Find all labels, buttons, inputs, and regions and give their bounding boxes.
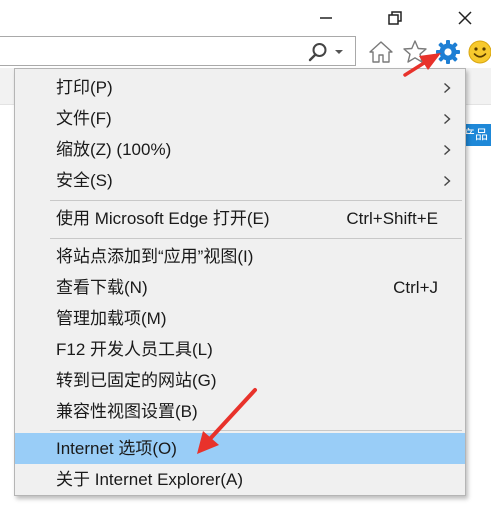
menu-item-label: 使用 Microsoft Edge 打开(E) xyxy=(56,209,270,228)
menu-item-label: 兼容性视图设置(B) xyxy=(56,402,198,421)
menu-item-label: 打印(P) xyxy=(56,78,113,97)
menu-item-f12-dev-tools[interactable]: F12 开发人员工具(L) xyxy=(15,334,465,365)
menu-item-print[interactable]: 打印(P) xyxy=(15,72,465,103)
tools-gear-icon xyxy=(436,40,460,64)
submenu-arrow-icon xyxy=(443,72,453,103)
menu-item-pinned-sites[interactable]: 转到已固定的网站(G) xyxy=(15,365,465,396)
menu-item-label: F12 开发人员工具(L) xyxy=(56,340,213,359)
ie-window: 产品 打印(P) 文件(F) 缩放(Z) (100%) 安全(S) 使用 Mic… xyxy=(0,0,491,515)
tools-button[interactable] xyxy=(434,38,462,66)
menu-item-label: 关于 Internet Explorer(A) xyxy=(56,470,244,489)
tools-menu: 打印(P) 文件(F) 缩放(Z) (100%) 安全(S) 使用 Micros… xyxy=(14,68,466,496)
dropdown-arrow-icon[interactable] xyxy=(333,47,345,57)
submenu-arrow-icon xyxy=(443,165,453,196)
favorites-star-icon xyxy=(403,40,427,63)
menu-separator xyxy=(50,430,462,431)
address-bar[interactable] xyxy=(0,36,356,66)
menu-item-label: 将站点添加到“应用”视图(I) xyxy=(56,247,254,266)
menu-item-label: 管理加载项(M) xyxy=(56,309,167,328)
menu-item-label: 查看下载(N) xyxy=(56,278,148,297)
menu-item-about-ie[interactable]: 关于 Internet Explorer(A) xyxy=(15,464,465,495)
menu-item-add-site-to-apps[interactable]: 将站点添加到“应用”视图(I) xyxy=(15,241,465,272)
minimize-icon xyxy=(320,17,332,19)
feedback-smiley-icon xyxy=(468,40,491,64)
menu-item-file[interactable]: 文件(F) xyxy=(15,103,465,134)
menu-item-view-downloads[interactable]: 查看下载(N) Ctrl+J xyxy=(15,272,465,303)
menu-item-label: 缩放(Z) (100%) xyxy=(56,140,172,159)
menu-item-zoom[interactable]: 缩放(Z) (100%) xyxy=(15,134,465,165)
home-button[interactable] xyxy=(367,38,395,66)
menu-item-internet-options[interactable]: Internet 选项(O) xyxy=(15,433,465,464)
menu-separator xyxy=(50,200,462,201)
restore-icon xyxy=(388,11,402,25)
menu-item-shortcut: Ctrl+J xyxy=(393,278,438,297)
restore-button[interactable] xyxy=(381,4,409,32)
menu-item-shortcut: Ctrl+Shift+E xyxy=(346,209,438,228)
favorites-button[interactable] xyxy=(401,38,429,66)
menu-item-compatibility-view[interactable]: 兼容性视图设置(B) xyxy=(15,396,465,427)
minimize-button[interactable] xyxy=(312,4,340,32)
home-icon xyxy=(369,41,393,63)
menu-item-manage-addons[interactable]: 管理加载项(M) xyxy=(15,303,465,334)
menu-item-label: 转到已固定的网站(G) xyxy=(56,371,217,390)
menu-item-open-in-edge[interactable]: 使用 Microsoft Edge 打开(E) Ctrl+Shift+E xyxy=(15,203,465,234)
close-button[interactable] xyxy=(451,4,479,32)
search-icon[interactable] xyxy=(308,42,328,62)
menu-item-label: Internet 选项(O) xyxy=(56,439,177,458)
menu-item-label: 安全(S) xyxy=(56,171,113,190)
menu-item-safety[interactable]: 安全(S) xyxy=(15,165,465,196)
feedback-button[interactable] xyxy=(466,38,491,66)
menu-separator xyxy=(50,238,462,239)
close-icon xyxy=(458,11,472,25)
submenu-arrow-icon xyxy=(443,103,453,134)
menu-item-label: 文件(F) xyxy=(56,109,112,128)
submenu-arrow-icon xyxy=(443,134,453,165)
